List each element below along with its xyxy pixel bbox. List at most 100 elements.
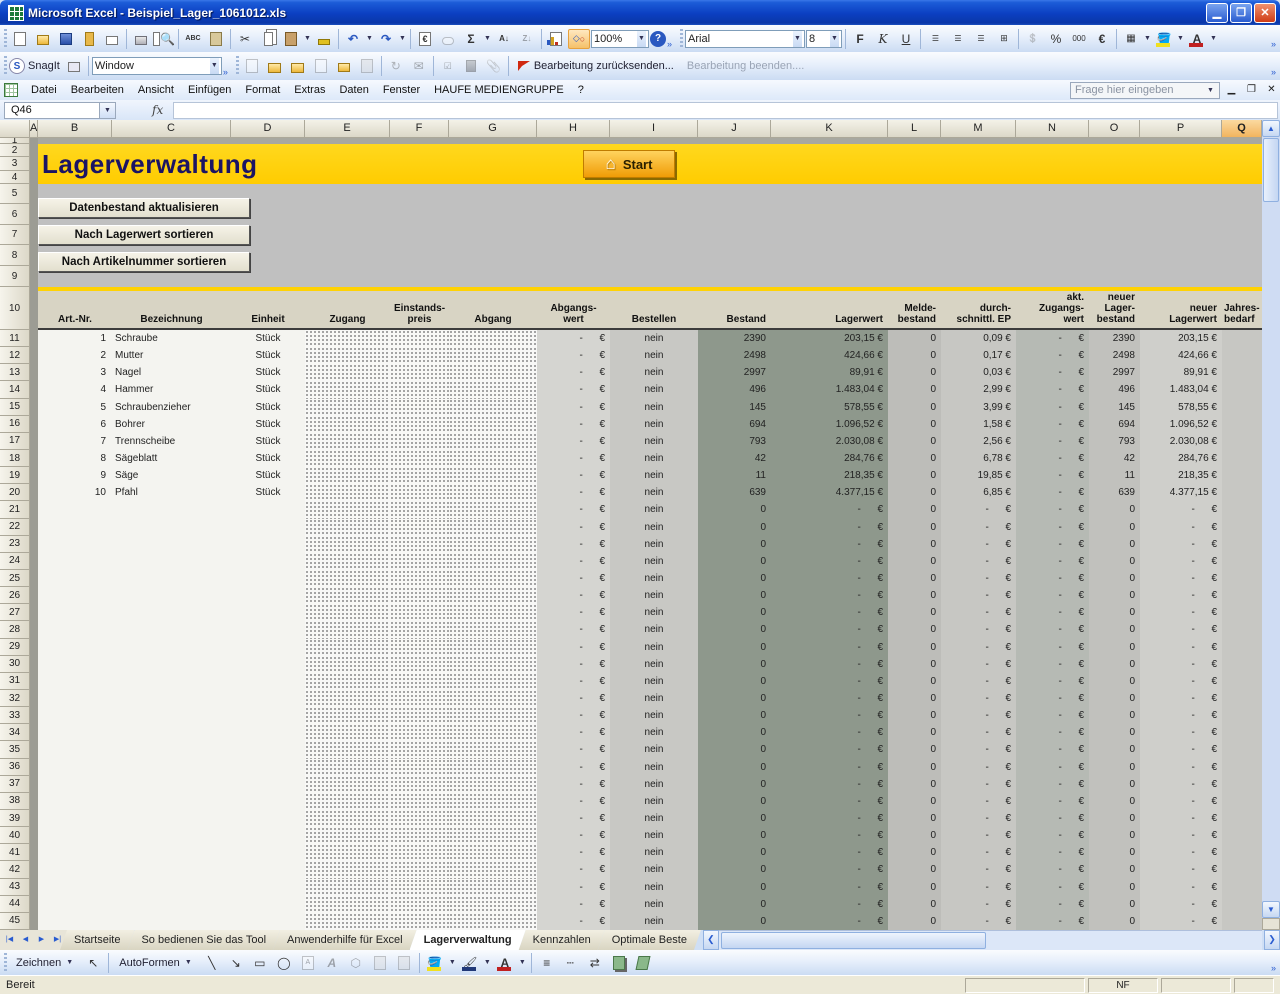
column-header-D[interactable]: D — [231, 120, 305, 138]
cell-F18[interactable] — [390, 450, 449, 467]
cell-D11[interactable]: Stück — [231, 330, 305, 347]
cell-G40[interactable] — [449, 827, 537, 844]
row-header-34[interactable]: 34 — [0, 724, 30, 741]
cell-K42[interactable]: - € — [771, 861, 888, 878]
cell-B41[interactable] — [38, 844, 112, 861]
cell-K19[interactable]: 218,35 € — [771, 467, 888, 484]
cell-H35[interactable]: - € — [537, 741, 610, 758]
cell-H40[interactable]: - € — [537, 827, 610, 844]
cell-N23[interactable]: - € — [1016, 536, 1089, 553]
print-preview-icon[interactable]: 🔍 — [153, 29, 175, 49]
cell-H15[interactable]: - € — [537, 399, 610, 416]
cell-L18[interactable]: 0 — [888, 450, 941, 467]
menu-einfuegen[interactable]: Einfügen — [181, 82, 238, 98]
threed-style-icon[interactable] — [632, 953, 654, 973]
textbox-icon[interactable]: A — [297, 953, 319, 973]
cell-M21[interactable]: - € — [941, 501, 1016, 518]
cell-D39[interactable] — [231, 810, 305, 827]
toolbar-options-icon[interactable]: » — [1271, 963, 1276, 973]
cell-O42[interactable]: 0 — [1089, 861, 1140, 878]
cell-C17[interactable]: Trennscheibe — [112, 433, 231, 450]
picture-icon[interactable] — [393, 953, 415, 973]
cell-N19[interactable]: - € — [1016, 467, 1089, 484]
cell-G25[interactable] — [449, 570, 537, 587]
drawing-toggle-icon[interactable]: ◇○ — [568, 29, 590, 49]
cell-H16[interactable]: - € — [537, 416, 610, 433]
cell-I40[interactable]: nein — [610, 827, 698, 844]
column-header-J[interactable]: J — [698, 120, 771, 138]
cell-P13[interactable]: 89,91 € — [1140, 364, 1222, 381]
cell-E18[interactable] — [305, 450, 390, 467]
chart-wizard-icon[interactable] — [545, 29, 567, 49]
cell-L20[interactable]: 0 — [888, 484, 941, 501]
cell-F25[interactable] — [390, 570, 449, 587]
cell-K34[interactable]: - € — [771, 724, 888, 741]
cell-D29[interactable] — [231, 639, 305, 656]
cell-Q22[interactable] — [1222, 519, 1262, 536]
cell-G15[interactable] — [449, 399, 537, 416]
checkbox-icon[interactable]: ☑ — [437, 56, 459, 76]
restore-button[interactable]: ❐ — [1230, 3, 1252, 23]
column-header-I[interactable]: I — [610, 120, 698, 138]
cell-O18[interactable]: 42 — [1089, 450, 1140, 467]
cell-E30[interactable] — [305, 656, 390, 673]
research-icon[interactable] — [205, 29, 227, 49]
cell-I37[interactable]: nein — [610, 776, 698, 793]
cell-Q33[interactable] — [1222, 707, 1262, 724]
row-header-8[interactable]: 8 — [0, 245, 30, 266]
hscroll-right-icon[interactable]: ❯ — [1264, 930, 1280, 950]
row-header-19[interactable]: 19 — [0, 467, 30, 484]
cell-E40[interactable] — [305, 827, 390, 844]
cell-B35[interactable] — [38, 741, 112, 758]
cell-C26[interactable] — [112, 587, 231, 604]
cell-L39[interactable]: 0 — [888, 810, 941, 827]
cell-C25[interactable] — [112, 570, 231, 587]
row-header-44[interactable]: 44 — [0, 896, 30, 913]
cell-I32[interactable]: nein — [610, 690, 698, 707]
cell-N29[interactable]: - € — [1016, 639, 1089, 656]
show-comment-icon[interactable] — [310, 56, 332, 76]
cell-N42[interactable]: - € — [1016, 861, 1089, 878]
cell-C34[interactable] — [112, 724, 231, 741]
cell-K43[interactable]: - € — [771, 879, 888, 896]
cell-I45[interactable]: nein — [610, 913, 698, 930]
cell-Q16[interactable] — [1222, 416, 1262, 433]
cell-L24[interactable]: 0 — [888, 553, 941, 570]
cell-B18[interactable]: 8 — [38, 450, 112, 467]
cell-L40[interactable]: 0 — [888, 827, 941, 844]
cell-P25[interactable]: - € — [1140, 570, 1222, 587]
cell-H44[interactable]: - € — [537, 896, 610, 913]
cell-F23[interactable] — [390, 536, 449, 553]
cell-I38[interactable]: nein — [610, 793, 698, 810]
cell-P42[interactable]: - € — [1140, 861, 1222, 878]
cell-E45[interactable] — [305, 913, 390, 930]
cell-D40[interactable] — [231, 827, 305, 844]
cell-M44[interactable]: - € — [941, 896, 1016, 913]
cell-C35[interactable] — [112, 741, 231, 758]
italic-icon[interactable]: K — [872, 29, 894, 49]
align-right-icon[interactable]: ☰ — [970, 29, 992, 49]
cell-H13[interactable]: - € — [537, 364, 610, 381]
cell-D32[interactable] — [231, 690, 305, 707]
cell-H41[interactable]: - € — [537, 844, 610, 861]
cell-N39[interactable]: - € — [1016, 810, 1089, 827]
cell-F12[interactable] — [390, 347, 449, 364]
cell-C41[interactable] — [112, 844, 231, 861]
cell-H30[interactable]: - € — [537, 656, 610, 673]
cell-M27[interactable]: - € — [941, 604, 1016, 621]
cell-Q13[interactable] — [1222, 364, 1262, 381]
cell-J13[interactable]: 2997 — [698, 364, 771, 381]
cell-I39[interactable]: nein — [610, 810, 698, 827]
cell-M37[interactable]: - € — [941, 776, 1016, 793]
cell-E37[interactable] — [305, 776, 390, 793]
cell-G29[interactable] — [449, 639, 537, 656]
cell-N45[interactable]: - € — [1016, 913, 1089, 930]
cell-H39[interactable]: - € — [537, 810, 610, 827]
align-center-icon[interactable]: ☰ — [947, 29, 969, 49]
cell-J43[interactable]: 0 — [698, 879, 771, 896]
cell-Q43[interactable] — [1222, 879, 1262, 896]
cell-J22[interactable]: 0 — [698, 519, 771, 536]
cell-K36[interactable]: - € — [771, 759, 888, 776]
fill-color-icon[interactable]: 🪣 — [1153, 29, 1175, 49]
row-header-36[interactable]: 36 — [0, 759, 30, 776]
